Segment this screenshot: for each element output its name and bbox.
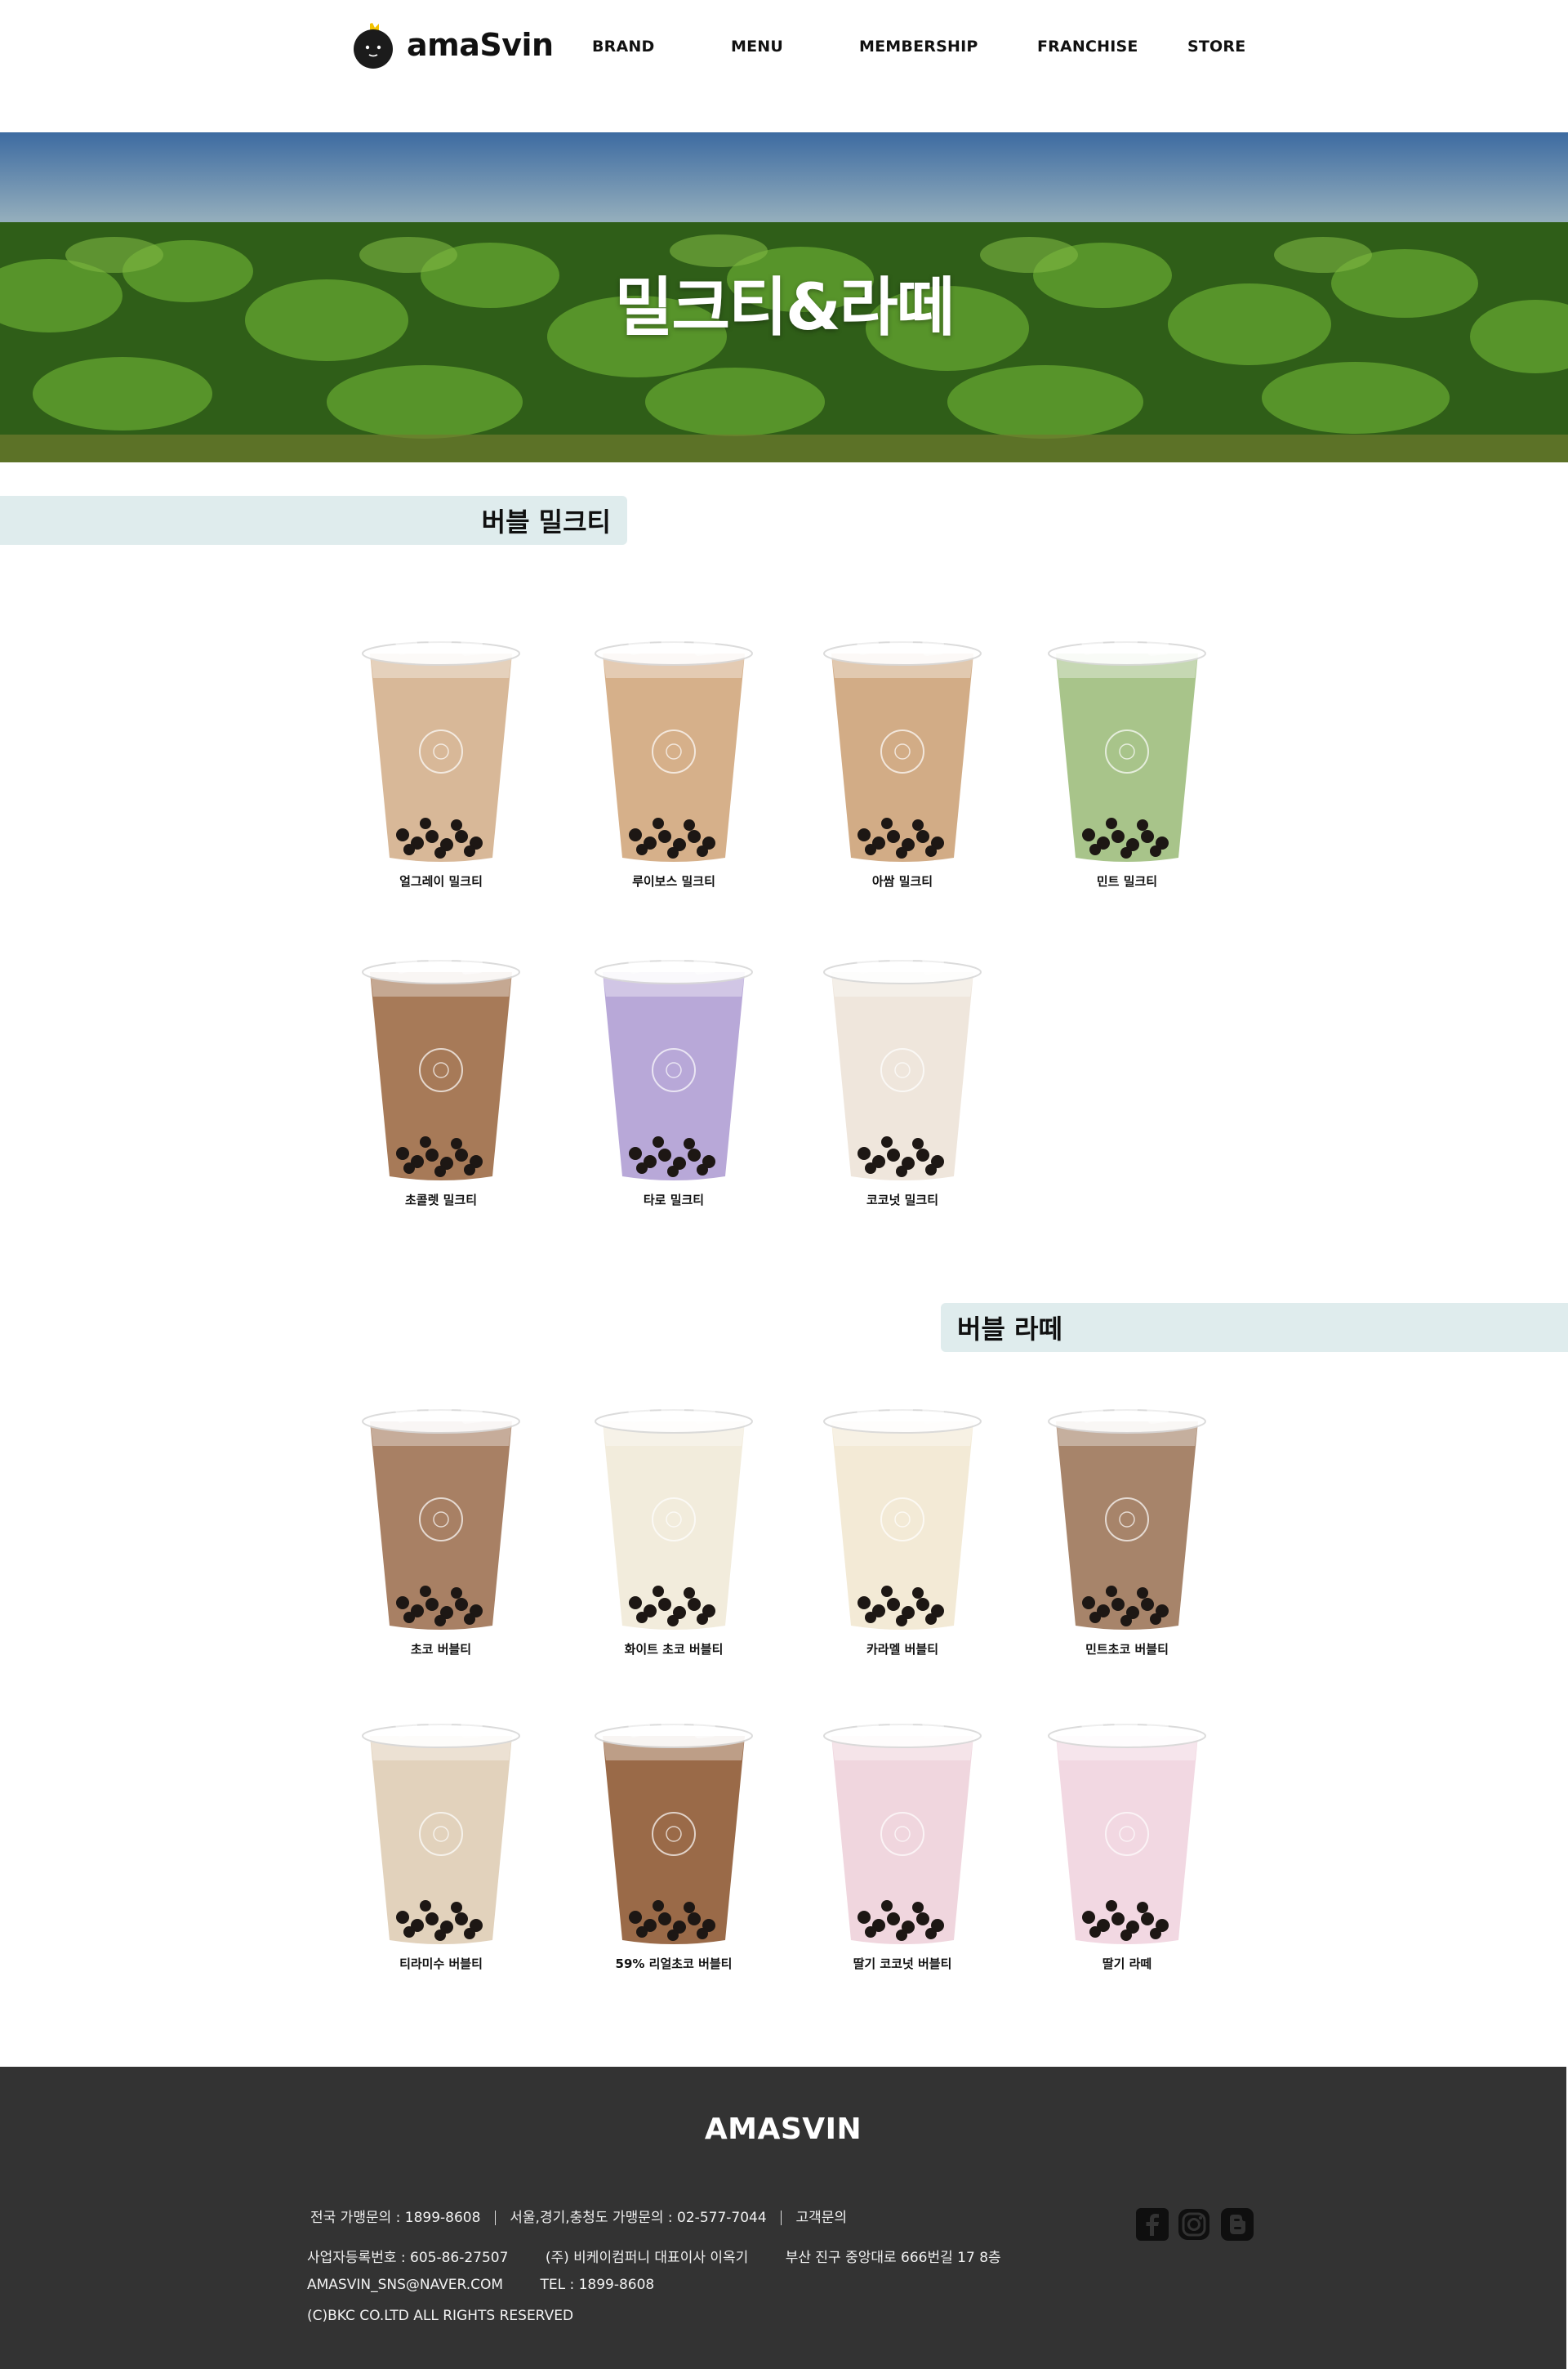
product-name: 타로 밀크티 [643,1193,705,1207]
product-name: 59% 리얼초코 버블티 [615,1956,733,1971]
company-address: 부산 진구 중앙대로 666번길 17 8층 [785,2250,1001,2266]
product-card[interactable]: 코코넛 밀크티 [817,939,988,1208]
product-name: 초코 버블티 [410,1642,472,1657]
product-card[interactable]: 화이트 초코 버블티 [588,1389,760,1657]
product-name: 아쌈 밀크티 [871,874,933,889]
product-name: 화이트 초코 버블티 [624,1642,724,1657]
product-card[interactable]: 민트 밀크티 [1041,621,1213,890]
product-card[interactable]: 카라멜 버블티 [817,1389,988,1657]
nav-menu[interactable]: MENU [731,38,783,56]
customer-inquiry-link[interactable]: 고객문의 [795,2210,847,2226]
bubble-tea-cup-image [362,948,520,1180]
nav-store[interactable]: STORE [1187,38,1245,56]
divider [494,2211,496,2225]
hero-title: 밀크티&라떼 [614,271,956,345]
section-tab-bubble-latte: 버블 라떼 [941,1303,1568,1352]
franchise-contact-regional: 서울,경기,충청도 가맹문의 : 02-577-7044 [510,2210,767,2226]
footer-brand: AMASVIN [704,2112,862,2146]
logo[interactable]: amaSvin [348,16,554,74]
product-card[interactable]: 타로 밀크티 [588,939,760,1208]
product-card[interactable]: 59% 리얼초코 버블티 [588,1703,760,1972]
business-number: 사업자등록번호 : 605-86-27507 [307,2250,509,2266]
company-info: (주) 비케이컴퍼니 대표이사 이옥기 [545,2250,749,2266]
product-name: 코코넛 밀크티 [866,1193,939,1207]
footer-tel: TEL : 1899-8608 [540,2277,655,2293]
footer-business-line: 사업자등록번호 : 605-86-27507 (주) 비케이컴퍼니 대표이사 이… [307,2246,1001,2266]
bubble-tea-cup-image [823,1711,982,1944]
footer-contact-info: AMASVIN_SNS@NAVER.COM TEL : 1899-8608 [307,2277,654,2293]
facebook-icon[interactable] [1135,2207,1169,2242]
bubble-tea-cup-image [823,629,982,862]
product-name: 얼그레이 밀크티 [399,874,483,889]
bubble-tea-cup-image [1048,1711,1206,1944]
product-card[interactable]: 루이보스 밀크티 [588,621,760,890]
product-name: 민트 밀크티 [1096,874,1158,889]
section-tab-bubble-milktea: 버블 밀크티 [0,496,627,545]
instagram-icon[interactable] [1177,2207,1211,2242]
bubble-tea-cup-image [1048,1397,1206,1630]
site-header: amaSvin BRAND MENU MEMBERSHIP FRANCHISE … [0,0,1568,132]
site-footer: AMASVIN 전국 가맹문의 : 1899-8608 서울,경기,충청도 가맹… [0,2067,1566,2369]
product-name: 카라멜 버블티 [866,1642,939,1657]
bubble-tea-cup-image [823,1397,982,1630]
product-card[interactable]: 딸기 라떼 [1041,1703,1213,1972]
product-card[interactable]: 초코 버블티 [355,1389,527,1657]
bubble-tea-cup-image [595,1397,753,1630]
product-card[interactable]: 민트초코 버블티 [1041,1389,1213,1657]
product-card[interactable]: 얼그레이 밀크티 [355,621,527,890]
product-card[interactable]: 딸기 코코넛 버블티 [817,1703,988,1972]
bubble-tea-cup-image [1048,629,1206,862]
product-card[interactable]: 초콜렛 밀크티 [355,939,527,1208]
bubble-tea-cup-image [595,948,753,1180]
product-name: 민트초코 버블티 [1085,1642,1169,1657]
bubble-tea-cup-image [823,948,982,1180]
blogger-icon[interactable] [1220,2207,1254,2242]
logo-text: amaSvin [407,27,554,63]
product-name: 루이보스 밀크티 [632,874,715,889]
product-name: 딸기 코코넛 버블티 [853,1956,952,1971]
hero-banner: 밀크티&라떼 [0,132,1568,462]
bubble-tea-cup-image [595,1711,753,1944]
footer-contact-line: 전국 가맹문의 : 1899-8608 서울,경기,충청도 가맹문의 : 02-… [310,2206,847,2226]
product-name: 딸기 라떼 [1102,1956,1152,1971]
bubble-tea-cup-image [362,1711,520,1944]
nav-membership[interactable]: MEMBERSHIP [859,38,978,56]
product-card[interactable]: 티라미수 버블티 [355,1703,527,1972]
divider [781,2211,782,2225]
product-name: 티라미수 버블티 [399,1956,483,1971]
franchise-contact-national: 전국 가맹문의 : 1899-8608 [310,2210,481,2226]
nav-brand[interactable]: BRAND [592,38,655,56]
footer-copyright: (C)BKC CO.LTD ALL RIGHTS RESERVED [307,2308,574,2324]
bubble-tea-cup-image [595,629,753,862]
nav-franchise[interactable]: FRANCHISE [1037,38,1138,56]
product-name: 초콜렛 밀크티 [404,1193,478,1207]
product-card[interactable]: 아쌈 밀크티 [817,621,988,890]
logo-mascot-icon [348,20,399,70]
bubble-tea-cup-image [362,629,520,862]
footer-email: AMASVIN_SNS@NAVER.COM [307,2277,504,2293]
bubble-tea-cup-image [362,1397,520,1630]
